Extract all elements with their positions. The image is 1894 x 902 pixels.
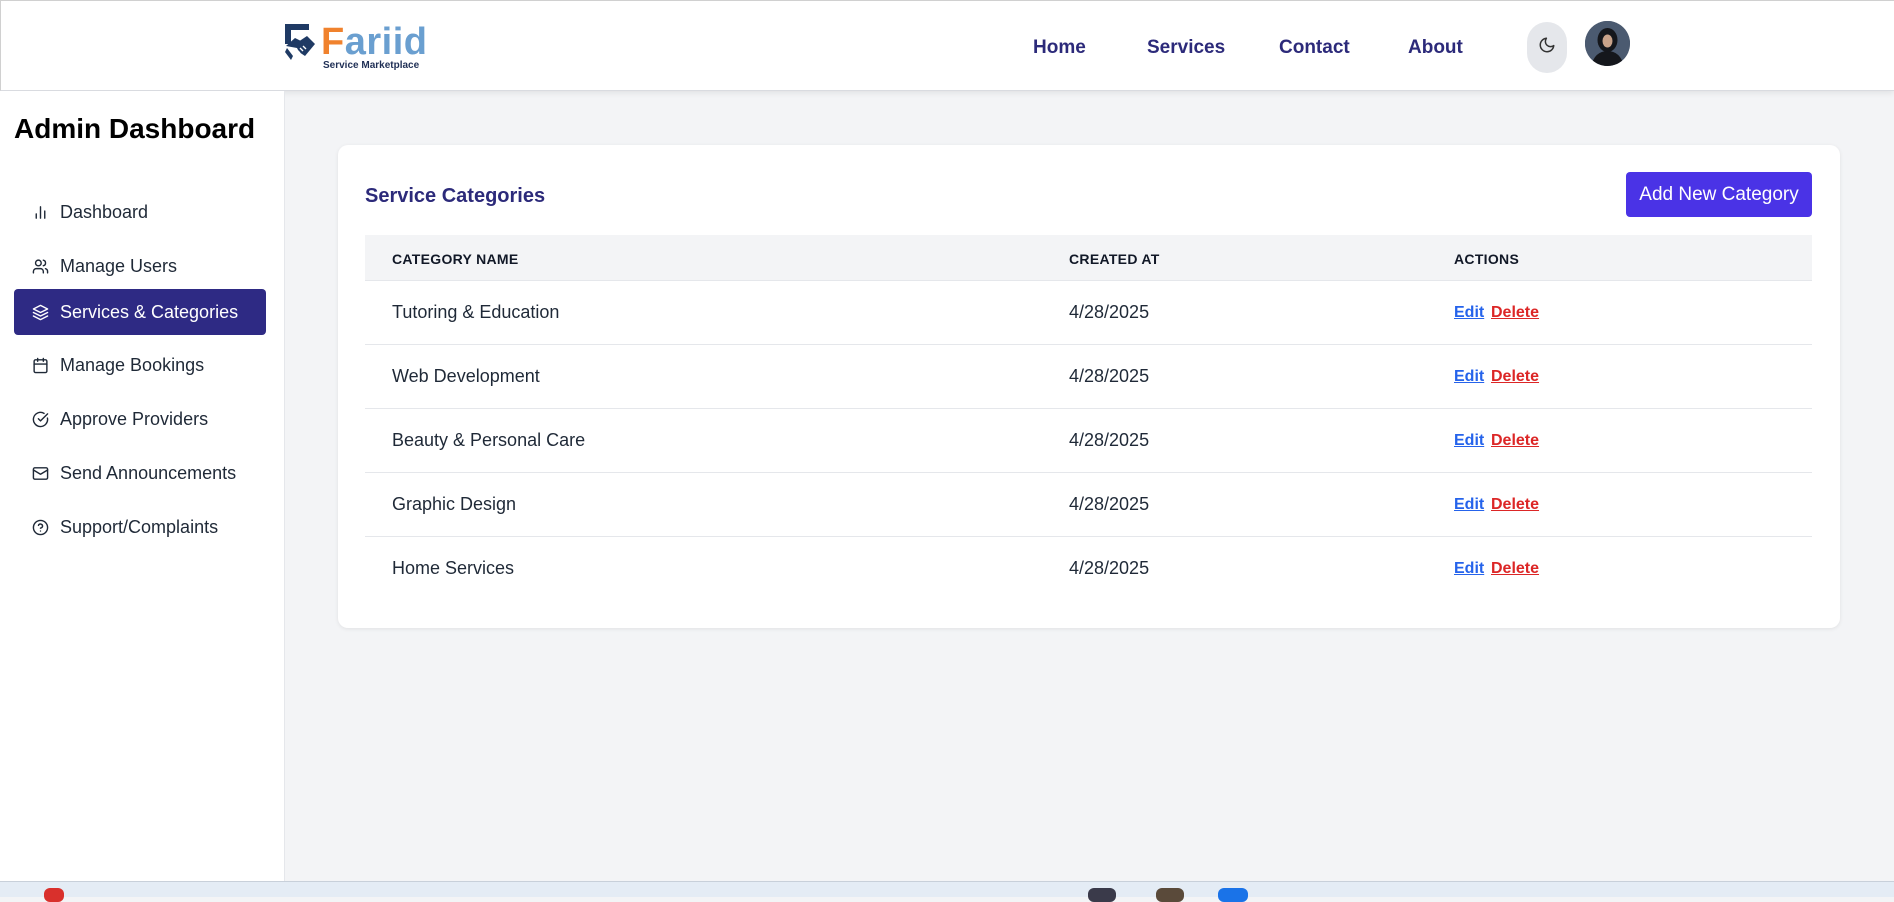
sidebar-item-dashboard[interactable]: Dashboard: [14, 189, 266, 235]
sidebar-item-label: Dashboard: [60, 201, 149, 222]
logo-letter-f: F: [321, 21, 345, 63]
created-at-cell: 4/28/2025: [1069, 494, 1150, 514]
logo-name-rest: ariid: [344, 21, 428, 63]
category-name-cell: Beauty & Personal Care: [392, 430, 586, 450]
brand-logo[interactable]: Fariid Service Marketplace: [283, 22, 427, 72]
column-header-category-name: CATEGORY NAME: [392, 251, 519, 267]
edit-link[interactable]: Edit: [1454, 304, 1484, 322]
taskbar-app-icon[interactable]: [1156, 888, 1184, 902]
sidebar-item-support-complaints[interactable]: Support/Complaints: [14, 504, 266, 550]
sidebar-item-label: Approve Providers: [60, 408, 209, 429]
mail-icon: [31, 464, 49, 482]
page-title: Service Categories: [365, 185, 546, 207]
sidebar-title: Admin Dashboard: [14, 113, 256, 144]
help-circle-icon: [31, 518, 49, 536]
sidebar-item-send-announcements[interactable]: Send Announcements: [14, 450, 266, 496]
delete-link[interactable]: Delete: [1491, 368, 1539, 386]
table-row: Web Development 4/28/2025 Edit Delete: [365, 345, 1812, 409]
moon-icon: [1538, 36, 1556, 59]
edit-link[interactable]: Edit: [1454, 368, 1484, 386]
sidebar-item-label: Services & Categories: [60, 301, 239, 322]
os-taskbar: [0, 881, 1894, 902]
users-icon: [31, 257, 49, 275]
created-at-cell: 4/28/2025: [1069, 558, 1150, 578]
delete-link[interactable]: Delete: [1491, 432, 1539, 450]
edit-link[interactable]: Edit: [1454, 496, 1484, 514]
category-name-cell: Web Development: [392, 366, 540, 386]
taskbar-app-icon[interactable]: [1088, 888, 1116, 902]
delete-link[interactable]: Delete: [1491, 304, 1539, 322]
theme-toggle-button[interactable]: [1527, 22, 1567, 73]
sidebar-item-label: Manage Users: [60, 255, 178, 276]
created-at-cell: 4/28/2025: [1069, 366, 1150, 386]
sidebar-item-manage-bookings[interactable]: Manage Bookings: [14, 342, 266, 388]
notification-badge-icon[interactable]: [44, 888, 64, 902]
bar-chart-icon: [31, 203, 49, 221]
user-avatar[interactable]: [1585, 21, 1630, 66]
created-at-cell: 4/28/2025: [1069, 430, 1150, 450]
sidebar-item-label: Support/Complaints: [60, 516, 219, 537]
edit-link[interactable]: Edit: [1454, 432, 1484, 450]
add-new-category-button[interactable]: Add New Category: [1626, 172, 1812, 217]
top-navbar: Fariid Service Marketplace Home Services…: [0, 0, 1894, 91]
category-name-cell: Home Services: [392, 558, 515, 578]
sidebar-item-services-categories[interactable]: Services & Categories: [14, 289, 266, 335]
table-header: CATEGORY NAME CREATED AT ACTIONS: [365, 235, 1812, 281]
table-row: Tutoring & Education 4/28/2025 Edit Dele…: [365, 281, 1812, 345]
column-header-actions: ACTIONS: [1454, 251, 1520, 267]
category-name-cell: Tutoring & Education: [392, 302, 560, 322]
handshake-logo-icon: [283, 22, 317, 68]
nav-contact[interactable]: Contact: [1279, 37, 1350, 59]
sidebar-item-label: Send Announcements: [60, 462, 237, 483]
service-categories-card: Service Categories Add New Category CATE…: [338, 145, 1840, 628]
logo-tagline: Service Marketplace: [323, 60, 420, 71]
category-name-cell: Graphic Design: [392, 494, 517, 514]
delete-link[interactable]: Delete: [1491, 560, 1539, 578]
nav-about[interactable]: About: [1408, 37, 1463, 59]
created-at-cell: 4/28/2025: [1069, 302, 1150, 322]
taskbar-app-icon[interactable]: [1218, 888, 1248, 902]
table-row: Graphic Design 4/28/2025 Edit Delete: [365, 473, 1812, 537]
sidebar-item-approve-providers[interactable]: Approve Providers: [14, 396, 266, 442]
check-circle-icon: [31, 410, 49, 428]
sidebar-item-label: Manage Bookings: [60, 354, 205, 375]
nav-home[interactable]: Home: [1033, 37, 1086, 59]
nav-services[interactable]: Services: [1147, 37, 1225, 59]
layers-icon: [31, 303, 49, 321]
delete-link[interactable]: Delete: [1491, 496, 1539, 514]
table-row: Home Services 4/28/2025 Edit Delete: [365, 537, 1812, 601]
column-header-created-at: CREATED AT: [1069, 251, 1160, 267]
sidebar-item-manage-users[interactable]: Manage Users: [14, 243, 266, 289]
admin-sidebar: Admin Dashboard Dashboard Manage Users S…: [0, 91, 285, 881]
calendar-icon: [31, 356, 49, 374]
table-row: Beauty & Personal Care 4/28/2025 Edit De…: [365, 409, 1812, 473]
edit-link[interactable]: Edit: [1454, 560, 1484, 578]
